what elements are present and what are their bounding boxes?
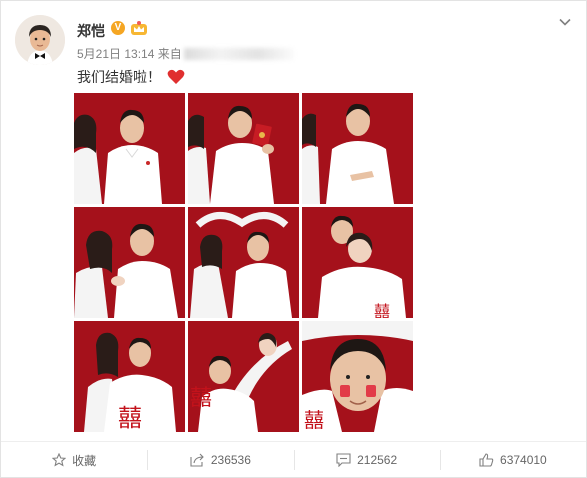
photo-6[interactable]: 囍 [302, 207, 413, 318]
post-source: 来自 [157, 47, 182, 61]
post-meta: 5月21日 13:14 来自 [77, 45, 294, 62]
share-button[interactable]: 236536 [147, 442, 293, 478]
blurred-source-text [183, 48, 294, 60]
wedding-photo-image [74, 207, 185, 318]
photo-4[interactable] [74, 207, 185, 318]
svg-text:囍: 囍 [118, 404, 142, 432]
like-button[interactable]: 6374010 [439, 442, 586, 478]
action-bar: 收藏 236536 212562 6374010 [1, 442, 586, 478]
star-icon [52, 453, 67, 467]
favorite-button[interactable]: 收藏 [1, 442, 147, 478]
wedding-photo-image: 囍 [302, 321, 413, 432]
photo-7[interactable]: 囍 [74, 321, 185, 432]
avatar-image [15, 15, 65, 65]
photo-2[interactable] [188, 93, 299, 204]
photo-8[interactable]: 囍 [188, 321, 299, 432]
comment-count: 212562 [357, 453, 398, 467]
vip-crown-icon[interactable] [130, 19, 148, 37]
share-count: 236536 [210, 453, 251, 467]
share-icon [190, 453, 204, 467]
comment-icon [336, 453, 351, 467]
weibo-post-card: 郑恺 V 5月21日 13:14 来自 我们结婚啦！ 囍 囍 囍 囍 收藏 23… [0, 0, 587, 478]
post-text-content: 我们结婚啦！ [77, 69, 161, 85]
thumbs-up-icon [479, 453, 494, 467]
photo-3[interactable] [302, 93, 413, 204]
wedding-photo-image [74, 93, 185, 204]
wedding-photo-image [188, 207, 299, 318]
wedding-photo-image: 囍 [302, 207, 413, 318]
like-count: 6374010 [500, 453, 547, 467]
photo-grid: 囍 囍 囍 囍 [74, 93, 414, 433]
username[interactable]: 郑恺 [77, 21, 105, 41]
comment-button[interactable]: 212562 [293, 442, 440, 478]
wedding-photo-image [188, 93, 299, 204]
verified-badge-icon: V [111, 21, 125, 35]
wedding-photo-image: 囍 [188, 321, 299, 432]
avatar[interactable] [15, 15, 65, 65]
photo-9[interactable]: 囍 [302, 321, 413, 432]
wedding-photo-image [302, 93, 413, 204]
favorite-label: 收藏 [72, 453, 97, 468]
svg-text:囍: 囍 [190, 386, 212, 411]
chevron-down-icon[interactable] [558, 15, 572, 29]
post-text: 我们结婚啦！ [77, 67, 185, 87]
photo-1[interactable] [74, 93, 185, 204]
svg-text:囍: 囍 [304, 408, 324, 432]
post-timestamp[interactable]: 5月21日 13:14 [77, 47, 154, 61]
svg-text:囍: 囍 [374, 302, 390, 318]
photo-5[interactable] [188, 207, 299, 318]
wedding-photo-image: 囍 [74, 321, 185, 432]
heart-emoji-icon [167, 69, 185, 84]
